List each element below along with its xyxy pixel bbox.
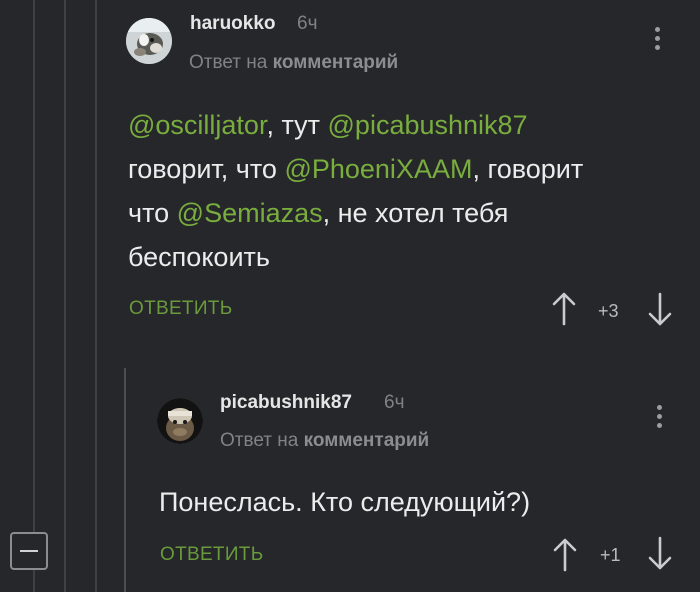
kebab-menu-icon: [654, 405, 664, 428]
comment-reply: picabushnik87 6ч Ответ на комментарий По…: [0, 370, 700, 592]
downvote-button[interactable]: [648, 536, 672, 572]
rating-count: +3: [598, 301, 619, 321]
comment-author[interactable]: picabushnik87: [220, 392, 352, 414]
user-mention[interactable]: @PhoeniXAAM: [284, 154, 472, 184]
reply-to: Ответ на комментарий: [189, 52, 398, 74]
comment: haruokko 6ч Ответ на комментарий @oscill…: [0, 0, 700, 340]
avatar[interactable]: [157, 398, 203, 444]
reply-button[interactable]: ОТВЕТИТЬ: [160, 544, 263, 566]
comment-line: говорит, что @PhoeniXAAM, говорит: [128, 147, 583, 191]
comment-menu-button[interactable]: [652, 27, 662, 57]
arrow-up-icon: [553, 538, 577, 572]
user-mention[interactable]: @picabushnik87: [328, 110, 528, 140]
text-span: что: [128, 198, 177, 228]
comment-body: Понеслась. Кто следующий?): [159, 487, 531, 517]
reply-button[interactable]: ОТВЕТИТЬ: [129, 298, 232, 320]
text-span: говорит, что: [128, 154, 285, 184]
reply-to-prefix: Ответ на: [189, 52, 268, 73]
user-mention[interactable]: @Semiazas: [177, 198, 323, 228]
comment-line: @oscilljator, тут @picabushnik87: [128, 103, 583, 147]
comment-menu-button[interactable]: [654, 405, 664, 435]
reply-to-link[interactable]: комментарий: [304, 430, 430, 451]
rating-count: +1: [600, 545, 621, 565]
text-span: , тут: [266, 110, 328, 140]
user-mention[interactable]: @oscilljator: [128, 110, 266, 140]
text-span: , говорит: [472, 154, 584, 184]
avatar-image: [157, 398, 203, 444]
arrow-up-icon: [552, 292, 576, 326]
reply-to-prefix: Ответ на: [220, 430, 299, 451]
comment-body: @oscilljator, тут @picabushnik87 говорит…: [128, 103, 583, 279]
comment-line: беспокоить: [128, 242, 270, 272]
comment-time: 6ч: [297, 13, 318, 34]
comment-author[interactable]: haruokko: [190, 13, 276, 35]
comment-time: 6ч: [384, 392, 405, 413]
avatar-image: [126, 18, 172, 64]
upvote-button[interactable]: [553, 536, 577, 572]
arrow-down-icon: [648, 536, 672, 570]
reply-to-link[interactable]: комментарий: [273, 52, 399, 73]
arrow-down-icon: [648, 292, 672, 326]
upvote-button[interactable]: [552, 290, 576, 326]
text-span: , не хотел тебя: [322, 198, 509, 228]
comment-line: что @Semiazas, не хотел тебя: [128, 191, 583, 235]
kebab-menu-icon: [652, 27, 662, 50]
avatar[interactable]: [126, 18, 172, 64]
reply-to: Ответ на комментарий: [220, 430, 429, 452]
downvote-button[interactable]: [648, 292, 672, 328]
